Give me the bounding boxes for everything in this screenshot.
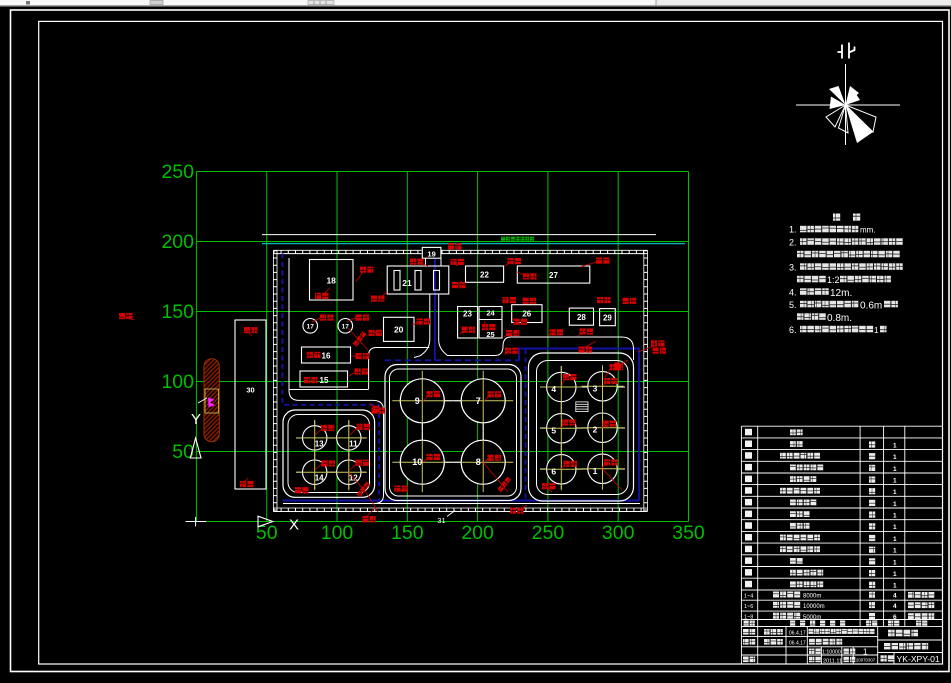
svg-text:20070307: 20070307 <box>856 658 876 663</box>
svg-text:1: 1 <box>893 513 897 520</box>
svg-text:50: 50 <box>256 522 278 544</box>
svg-text:1: 1 <box>893 536 897 543</box>
svg-text:0.6m: 0.6m <box>860 300 882 311</box>
svg-text:4.: 4. <box>789 288 797 298</box>
svg-text:8000m: 8000m <box>803 594 821 600</box>
svg-text:06.4.17: 06.4.17 <box>789 641 806 647</box>
svg-text:2: 2 <box>593 425 598 435</box>
svg-text:150: 150 <box>161 301 194 323</box>
svg-text:YK-XPY-01: YK-XPY-01 <box>897 654 940 664</box>
svg-text:29: 29 <box>603 313 612 322</box>
svg-text:1~8: 1~8 <box>744 615 753 621</box>
svg-text:1: 1 <box>893 478 897 485</box>
svg-text:4: 4 <box>893 603 897 610</box>
svg-text:mm.: mm. <box>860 226 876 235</box>
svg-text:7: 7 <box>476 396 481 406</box>
svg-text:17: 17 <box>342 323 350 330</box>
svg-text:10000m: 10000m <box>803 604 825 610</box>
svg-text:18: 18 <box>326 276 336 286</box>
svg-text:13: 13 <box>315 439 324 448</box>
svg-text:3.: 3. <box>789 263 797 273</box>
svg-text:2011.11: 2011.11 <box>823 659 842 665</box>
svg-text:100: 100 <box>321 522 354 544</box>
svg-text:10: 10 <box>412 457 422 467</box>
svg-text:1: 1 <box>593 466 598 476</box>
svg-text:1: 1 <box>893 548 897 555</box>
svg-text:1: 1 <box>893 571 897 578</box>
svg-text:1: 1 <box>893 454 897 461</box>
svg-text:12m.: 12m. <box>830 288 852 299</box>
svg-text:4: 4 <box>551 384 556 394</box>
svg-text:11: 11 <box>349 439 358 448</box>
svg-text:200: 200 <box>161 231 194 253</box>
svg-text:23: 23 <box>463 310 472 319</box>
svg-text:X: X <box>289 517 299 534</box>
svg-text:250: 250 <box>532 522 565 544</box>
svg-text:15: 15 <box>320 376 329 385</box>
svg-text:22: 22 <box>480 270 489 279</box>
svg-text:1: 1 <box>893 524 897 531</box>
svg-text:1: 1 <box>893 489 897 496</box>
svg-text:1~4: 1~4 <box>744 594 753 600</box>
svg-text:16: 16 <box>322 352 331 361</box>
svg-text:5000m: 5000m <box>803 615 821 621</box>
svg-text:1:2: 1:2 <box>827 275 840 285</box>
svg-text:150: 150 <box>391 522 424 544</box>
svg-text:28: 28 <box>577 313 586 322</box>
svg-text:1: 1 <box>893 442 897 449</box>
svg-text:6.: 6. <box>789 325 797 335</box>
svg-text:5: 5 <box>551 425 556 435</box>
svg-text:300: 300 <box>602 522 635 544</box>
svg-text:0.8m.: 0.8m. <box>827 313 852 324</box>
svg-text:06.4.17: 06.4.17 <box>789 631 806 637</box>
svg-text:100: 100 <box>161 371 194 393</box>
svg-text:14: 14 <box>315 474 324 483</box>
svg-text:1: 1 <box>893 559 897 566</box>
svg-text:31: 31 <box>437 516 445 525</box>
svg-text:1: 1 <box>893 466 897 473</box>
svg-text:1: 1 <box>893 501 897 508</box>
svg-text:1: 1 <box>893 583 897 590</box>
svg-text:26: 26 <box>522 309 531 318</box>
svg-text:9: 9 <box>415 396 420 406</box>
svg-text:1: 1 <box>863 648 868 657</box>
svg-text:25: 25 <box>486 330 494 339</box>
svg-text:Y: Y <box>191 411 201 428</box>
svg-text:24: 24 <box>486 309 495 318</box>
svg-text:2.: 2. <box>789 238 797 248</box>
svg-text:3: 3 <box>593 383 598 393</box>
svg-text:6: 6 <box>551 466 556 476</box>
svg-text:30: 30 <box>246 385 254 394</box>
svg-text:350: 350 <box>672 522 705 544</box>
svg-text:21: 21 <box>402 278 412 288</box>
svg-text:17: 17 <box>307 323 315 330</box>
svg-text:250: 250 <box>161 161 194 183</box>
svg-text:27: 27 <box>549 271 558 280</box>
svg-text:1: 1 <box>874 326 879 335</box>
svg-text:19: 19 <box>427 249 435 258</box>
svg-text:6: 6 <box>893 614 897 621</box>
svg-text:20: 20 <box>394 325 404 335</box>
svg-text:4: 4 <box>893 593 897 600</box>
svg-text:1.: 1. <box>789 225 797 235</box>
svg-text:200: 200 <box>461 522 494 544</box>
svg-text:5.: 5. <box>789 300 797 310</box>
svg-text:8: 8 <box>476 457 481 467</box>
svg-text:1~6: 1~6 <box>744 604 753 610</box>
svg-text:50: 50 <box>172 441 194 463</box>
svg-text:1:10000: 1:10000 <box>822 650 841 656</box>
